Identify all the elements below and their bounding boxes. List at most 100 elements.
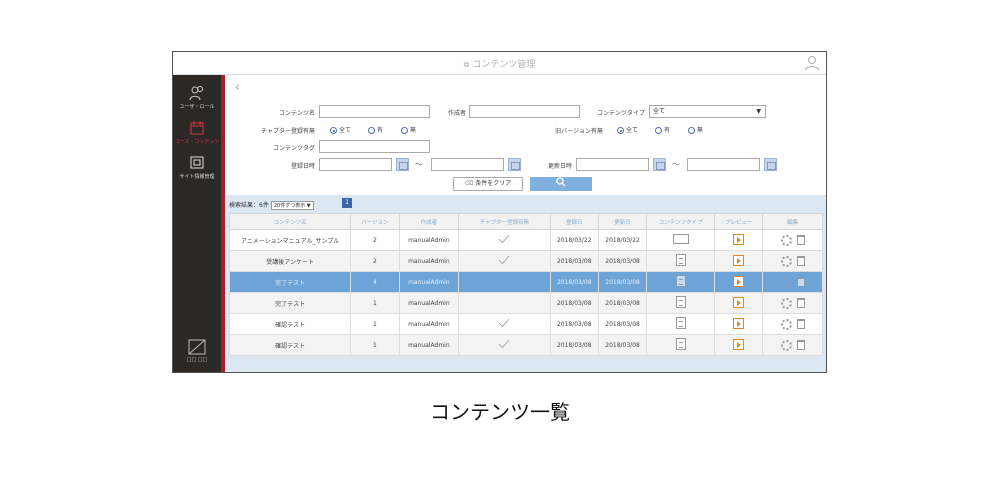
cell-creator: manualAdmin	[398, 271, 460, 293]
content-tag-input[interactable]	[319, 140, 430, 153]
chapter-radio-no[interactable]: 無	[401, 125, 416, 134]
calendar-icon[interactable]	[396, 158, 409, 171]
table-row[interactable]: 受講後アンケート 2 manualAdmin 2018/03/08 2018/03/08	[228, 250, 823, 272]
play-icon[interactable]	[733, 296, 745, 308]
cell-updated: 2018/03/08	[597, 313, 648, 335]
user-account-icon[interactable]	[804, 55, 820, 71]
calendar-icon[interactable]	[508, 158, 521, 171]
trash-icon[interactable]	[796, 277, 805, 287]
column-header[interactable]: コンテンツ名	[228, 213, 352, 230]
calendar-icon[interactable]	[764, 158, 777, 171]
cell-edit	[762, 271, 823, 293]
chapter-label: チャプター登録有無	[261, 128, 315, 135]
cell-name: 完了テスト	[228, 292, 352, 314]
upd-date-from-input[interactable]	[576, 158, 649, 171]
cell-updated: 2018/03/08	[597, 250, 648, 272]
cell-chapter	[458, 292, 551, 314]
cell-preview	[714, 271, 764, 293]
column-header[interactable]: 更新日	[597, 213, 648, 230]
reg-date-to-input[interactable]	[431, 158, 504, 171]
trash-icon[interactable]	[796, 340, 805, 350]
content-type-select[interactable]: 全て ▼	[649, 105, 766, 118]
play-icon[interactable]	[733, 275, 745, 287]
trash-icon[interactable]	[796, 235, 805, 245]
chapter-radio-yes[interactable]: 有	[368, 125, 383, 134]
clear-conditions-button[interactable]: ⌫ 条件をクリア	[453, 177, 523, 191]
reg-date-from-input[interactable]	[319, 158, 392, 171]
chapter-radio-all[interactable]: 全て	[330, 125, 351, 134]
trash-icon[interactable]	[796, 256, 805, 266]
content-type-label: コンテンツタイプ	[596, 110, 645, 117]
document-type-icon	[675, 317, 686, 329]
sidebar-item-course-content[interactable]: コース・コンテンツ	[173, 120, 221, 145]
app-window: ⧉ コンテンツ管理 ユーザ・ロール コース・コンテンツ サイト情報管理 □□ □…	[172, 51, 827, 373]
banner-type-icon	[672, 234, 689, 244]
calendar-icon[interactable]	[653, 158, 666, 171]
check-icon	[499, 255, 510, 265]
check-icon	[499, 339, 510, 349]
cell-version: 2	[350, 250, 400, 272]
column-header[interactable]: バージョン	[350, 213, 400, 230]
cell-creator: manualAdmin	[398, 229, 460, 251]
cell-registered: 2018/03/08	[549, 334, 599, 356]
cell-version: 1	[350, 292, 400, 314]
play-icon[interactable]	[733, 233, 745, 245]
search-button[interactable]	[530, 177, 592, 191]
cell-version: 2	[350, 229, 400, 251]
trash-icon[interactable]	[796, 298, 805, 308]
gear-icon[interactable]	[780, 297, 792, 309]
radio-dot	[330, 127, 337, 134]
document-type-icon	[675, 254, 686, 266]
table-row[interactable]: 確認テスト 1 manualAdmin 2018/03/08 2018/03/08	[228, 334, 823, 356]
sidebar-logo: □□ □□	[173, 339, 221, 363]
play-icon[interactable]	[733, 317, 745, 329]
gear-icon[interactable]	[780, 255, 792, 267]
old-version-radio-no[interactable]: 無	[688, 125, 703, 134]
radio-dot	[688, 127, 695, 134]
sidebar-item-user-role[interactable]: ユーザ・ロール	[173, 85, 221, 110]
cell-registered: 2018/03/08	[549, 271, 599, 293]
cell-updated: 2018/03/22	[597, 229, 648, 251]
column-header[interactable]: コンテンツタイプ	[646, 213, 716, 230]
cell-version: 1	[350, 313, 400, 335]
column-header[interactable]: 登録日	[549, 213, 599, 230]
column-header[interactable]: 作成者	[398, 213, 460, 230]
table-row[interactable]: 完了テスト 4 manualAdmin 2018/03/08 2018/03/08	[228, 271, 823, 293]
upd-date-to-input[interactable]	[687, 158, 760, 171]
logo-icon	[188, 339, 206, 355]
gear-icon[interactable]	[780, 234, 792, 246]
table-row[interactable]: アニメーションマニュアル_サンプル 2 manualAdmin 2018/03/22 2…	[228, 229, 823, 251]
cell-chapter	[458, 250, 551, 272]
column-header[interactable]: チャプター登録有無	[458, 213, 551, 230]
page-size-select[interactable]: 20件ずつ表示 ▼	[270, 201, 314, 210]
trash-icon[interactable]	[796, 319, 805, 329]
eraser-icon: ⌫	[464, 180, 476, 187]
gear-icon[interactable]	[780, 339, 792, 351]
document-type-icon	[675, 338, 686, 350]
pagination-page-1[interactable]: 1	[342, 198, 352, 208]
figure-caption: コンテンツ一覧	[430, 400, 570, 424]
old-version-radio-all[interactable]: 全て	[617, 125, 638, 134]
gear-icon[interactable]	[780, 276, 792, 288]
creator-input[interactable]	[469, 105, 580, 118]
column-header[interactable]: プレビュー	[714, 213, 764, 230]
table-row[interactable]: 完了テスト 1 manualAdmin 2018/03/08 2018/03/08	[228, 292, 823, 314]
cell-chapter	[458, 313, 551, 335]
play-icon[interactable]	[733, 254, 745, 266]
content-table: コンテンツ名 バージョン 作成者 チャプター登録有無 登録日 更新日 コンテンツタイプ プレビ…	[228, 213, 823, 356]
cell-edit	[762, 313, 823, 335]
content-name-input[interactable]	[319, 105, 430, 118]
upd-date-label: 更新日時	[547, 163, 572, 170]
document-type-icon	[675, 275, 686, 287]
sidebar-item-site-info[interactable]: サイト情報管理	[173, 155, 221, 180]
back-chevron-icon[interactable]: ‹	[235, 80, 240, 94]
gear-icon[interactable]	[780, 318, 792, 330]
column-header[interactable]: 編集	[762, 213, 823, 230]
play-icon[interactable]	[733, 338, 745, 350]
cell-creator: manualAdmin	[398, 334, 460, 356]
old-version-radio-yes[interactable]: 有	[655, 125, 670, 134]
main-content: ‹ コンテンツ名 作成者 コンテンツタイプ 全て ▼ チャプター登録有無 全て 有…	[225, 75, 826, 372]
cell-name: 受講後アンケート	[228, 250, 352, 272]
table-row[interactable]: 確認テスト 1 manualAdmin 2018/03/08 2018/03/08	[228, 313, 823, 335]
reg-date-label: 登録日時	[290, 163, 315, 170]
